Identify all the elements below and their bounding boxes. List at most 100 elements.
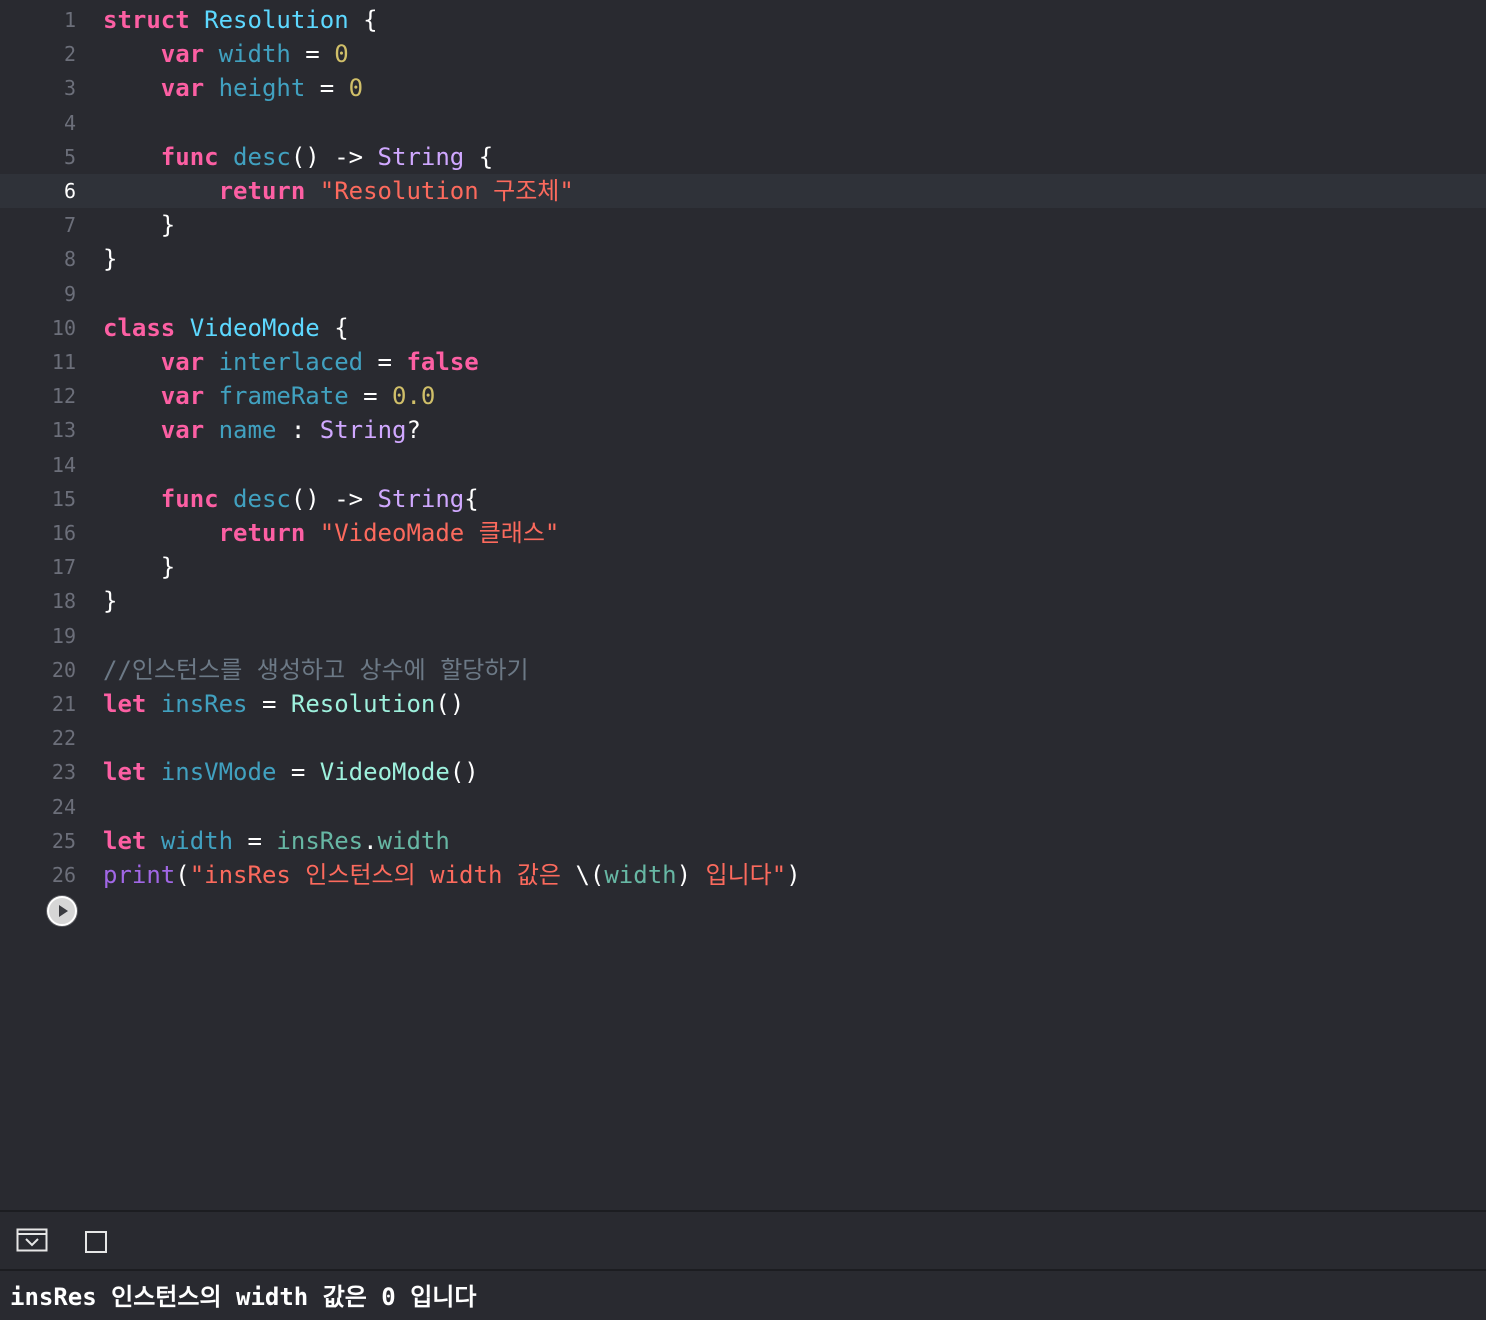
code-token-keyword: func	[160, 142, 219, 171]
code-line[interactable]: 7 }	[0, 208, 1486, 242]
code-token-type-decl: Resolution	[204, 6, 349, 34]
code-text[interactable]: func desc() -> String {	[103, 140, 493, 174]
code-text[interactable]: var name : String?	[103, 413, 421, 447]
line-number: 2	[63, 42, 76, 67]
code-text[interactable]: let insRes = Resolution()	[103, 687, 464, 721]
code-text[interactable]: }	[103, 242, 117, 276]
code-editor[interactable]: 1 struct Resolution {2 var width = 03 var…	[0, 0, 1486, 1210]
code-line[interactable]: 19	[0, 619, 1486, 653]
code-line[interactable]: 25 let width = insRes.width	[0, 824, 1486, 858]
code-line[interactable]: 22	[0, 721, 1486, 755]
code-token-identifier: insRes	[160, 690, 248, 718]
code-line[interactable]: 24	[0, 790, 1486, 824]
code-token-number: 0	[334, 40, 349, 69]
run-playground-button[interactable]	[47, 896, 77, 926]
console-area[interactable]: insRes 인스턴스의 width 값은 0 입니다	[0, 1269, 1486, 1320]
console-toggle-button[interactable]	[84, 1230, 108, 1258]
code-text[interactable]: }	[103, 550, 175, 584]
code-token-plain: )	[676, 861, 692, 889]
code-token-plain: =	[247, 690, 291, 718]
code-token-keyword: var	[160, 74, 205, 103]
code-token-keyword: class	[103, 313, 176, 342]
code-text[interactable]: let width = insRes.width	[103, 824, 450, 858]
line-number: 12	[51, 384, 76, 409]
code-token-call: print	[103, 861, 176, 889]
code-line[interactable]: 8}	[0, 242, 1486, 276]
code-line[interactable]: 13 var name : String?	[0, 413, 1486, 447]
line-number: 11	[51, 350, 76, 374]
line-number: 26	[51, 863, 76, 887]
code-line[interactable]: 9	[0, 277, 1486, 311]
code-line[interactable]: 17 }	[0, 550, 1486, 584]
code-token-string: "insRes 인스턴스의 width 값은	[189, 861, 576, 889]
code-token-plain: {	[464, 142, 494, 171]
code-text[interactable]: var interlaced = false	[103, 345, 479, 379]
code-line[interactable]: 14	[0, 448, 1486, 482]
code-token-plain: =	[276, 758, 320, 787]
line-number: 21	[51, 692, 76, 716]
line-number: 23	[51, 760, 76, 785]
hide-debug-area-button[interactable]	[16, 1228, 48, 1258]
code-line[interactable]: 26 print("insRes 인스턴스의 width 값은 \(width) …	[0, 858, 1486, 892]
code-token-project-type: Resolution	[290, 690, 436, 718]
line-number: 18	[51, 589, 76, 614]
code-line[interactable]: 10 class VideoMode {	[0, 311, 1486, 345]
code-line[interactable]: 11 var interlaced = false	[0, 345, 1486, 379]
line-number: 1	[63, 8, 76, 32]
code-text[interactable]: }	[103, 208, 175, 242]
code-line[interactable]: 5 func desc() -> String {	[0, 140, 1486, 174]
code-token-identifier: interlaced	[218, 348, 364, 376]
code-text[interactable]: let insVMode = VideoMode()	[103, 755, 479, 789]
code-text[interactable]: return "Resolution 구조체"	[103, 174, 574, 208]
code-line[interactable]: 12 var frameRate = 0.0	[0, 379, 1486, 413]
code-line[interactable]: 21 let insRes = Resolution()	[0, 687, 1486, 721]
debug-bar	[0, 1210, 1486, 1269]
console-toggle-icon	[85, 1231, 107, 1253]
code-text[interactable]: return "VideoMade 클래스"	[103, 516, 560, 550]
code-text[interactable]: }	[103, 584, 117, 618]
code-text[interactable]: func desc() -> String{	[103, 482, 479, 516]
code-line[interactable]: 23 let insVMode = VideoMode()	[0, 755, 1486, 789]
code-token-plain: )	[786, 861, 801, 889]
code-token-keyword: let	[103, 690, 147, 718]
code-token-plain: }	[103, 553, 176, 582]
code-text[interactable]: var frameRate = 0.0	[103, 379, 436, 413]
code-line[interactable]: 4	[0, 106, 1486, 140]
code-text[interactable]: //인스턴스를 생성하고 상수에 할당하기	[103, 653, 529, 687]
console-output: insRes 인스턴스의 width 값은 0 입니다	[10, 1283, 477, 1311]
code-token-plain: =	[305, 74, 349, 103]
code-text[interactable]: struct Resolution {	[103, 3, 378, 37]
code-line[interactable]: 2 var width = 0	[0, 37, 1486, 71]
code-line[interactable]: 16 return "VideoMade 클래스"	[0, 516, 1486, 550]
code-line[interactable]: 18}	[0, 584, 1486, 618]
code-line[interactable]: 20 //인스턴스를 생성하고 상수에 할당하기	[0, 653, 1486, 687]
code-token-keyword: func	[160, 484, 219, 513]
code-text[interactable]: var height = 0	[103, 71, 363, 105]
code-text[interactable]: print("insRes 인스턴스의 width 값은 \(width) 입니…	[103, 858, 801, 892]
code-line[interactable]: 6 return "Resolution 구조체"	[0, 174, 1486, 208]
code-line[interactable]: 1 struct Resolution {	[0, 3, 1486, 37]
code-token-plain: =	[363, 348, 407, 376]
code-line[interactable]: 15 func desc() -> String{	[0, 482, 1486, 516]
line-number: 14	[51, 452, 76, 477]
code-text[interactable]: class VideoMode {	[103, 311, 349, 345]
code-line[interactable]: 3 var height = 0	[0, 71, 1486, 105]
code-token-keyword: var	[160, 40, 205, 69]
code-token-string: 입니다"	[691, 861, 787, 889]
line-number: 17	[51, 555, 76, 580]
code-token-plain: {	[319, 313, 349, 342]
line-number: 25	[51, 828, 76, 853]
code-text[interactable]: var width = 0	[103, 37, 349, 71]
line-number: 22	[51, 726, 76, 751]
code-token-identifier: desc	[233, 484, 291, 513]
